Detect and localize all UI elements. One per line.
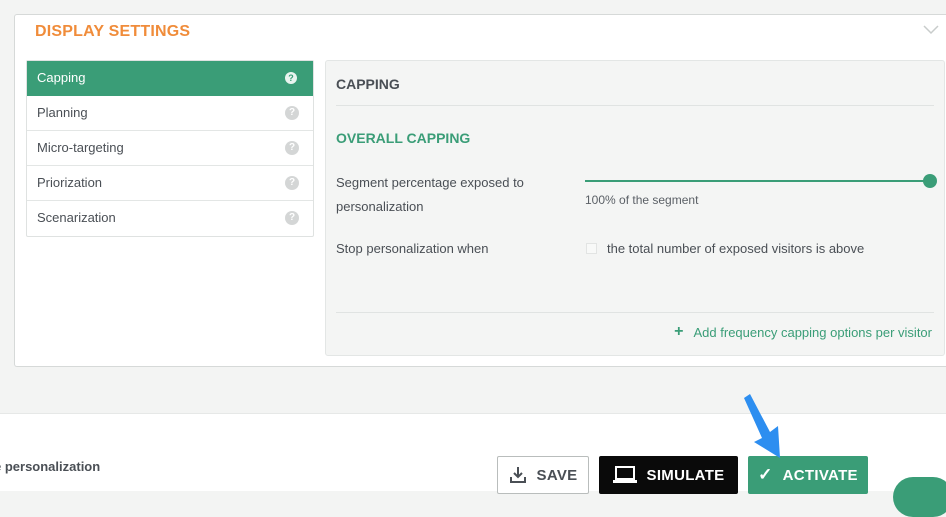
top-strip (0, 0, 946, 14)
check-icon: ✓ (758, 465, 773, 484)
plus-icon: + (674, 323, 684, 340)
stop-visitors-checkbox-label: the total number of exposed visitors is … (607, 241, 865, 256)
action-footer: e personalization SAVE SIMULATE ✓ ACTIVA… (0, 413, 946, 494)
chat-bubble[interactable] (893, 477, 946, 517)
help-icon[interactable]: ? (285, 72, 297, 84)
help-icon[interactable]: ? (285, 141, 299, 155)
stop-personalization-label: Stop personalization when (336, 241, 489, 256)
nav-item-label: Micro-targeting (37, 140, 124, 155)
segment-slider-track[interactable] (585, 180, 928, 182)
divider (336, 105, 934, 106)
simulate-button-label: SIMULATE (646, 466, 725, 484)
chevron-down-icon[interactable] (922, 23, 940, 37)
nav-item-label: Scenarization (37, 210, 116, 225)
add-frequency-capping-label: Add frequency capping options per visito… (693, 324, 932, 340)
section-title: OVERALL CAPPING (336, 130, 471, 146)
divider (336, 312, 934, 313)
help-icon[interactable]: ? (285, 106, 299, 120)
nav-item-priorization[interactable]: Priorization ? (27, 166, 313, 201)
download-icon (509, 467, 526, 483)
segment-percentage-label: Segment percentage exposed to personaliz… (336, 175, 524, 214)
stop-visitors-checkbox[interactable] (586, 243, 597, 254)
nav-item-label: Planning (37, 105, 88, 120)
panel-title: DISPLAY SETTINGS (35, 23, 191, 40)
footer-label: e personalization (0, 459, 101, 474)
simulate-button[interactable]: SIMULATE (599, 456, 738, 494)
laptop-icon (612, 466, 637, 483)
nav-item-label: Priorization (37, 175, 103, 190)
segment-slider-thumb[interactable] (923, 174, 937, 188)
nav-item-planning[interactable]: Planning ? (27, 96, 313, 131)
add-frequency-capping-link[interactable]: + Add frequency capping options per visi… (674, 323, 932, 341)
pointer-arrow-icon (744, 394, 780, 458)
capping-content: CAPPING OVERALL CAPPING Segment percenta… (325, 60, 945, 356)
settings-nav: Capping ? Planning ? Micro-targeting ? P… (26, 60, 314, 237)
save-button-label: SAVE (536, 466, 578, 484)
nav-item-capping[interactable]: Capping ? (27, 61, 313, 96)
help-icon[interactable]: ? (285, 211, 299, 225)
nav-item-scenarization[interactable]: Scenarization ? (27, 201, 313, 236)
save-button[interactable]: SAVE (497, 456, 589, 494)
nav-item-micro-targeting[interactable]: Micro-targeting ? (27, 131, 313, 166)
activate-button-label: ACTIVATE (782, 466, 858, 484)
help-icon[interactable]: ? (285, 176, 299, 190)
content-title: CAPPING (336, 76, 400, 92)
display-settings-panel: DISPLAY SETTINGS Capping ? Planning ? Mi… (14, 14, 946, 367)
nav-item-label: Capping (37, 70, 86, 85)
segment-slider-value: 100% of the segment (585, 193, 699, 207)
